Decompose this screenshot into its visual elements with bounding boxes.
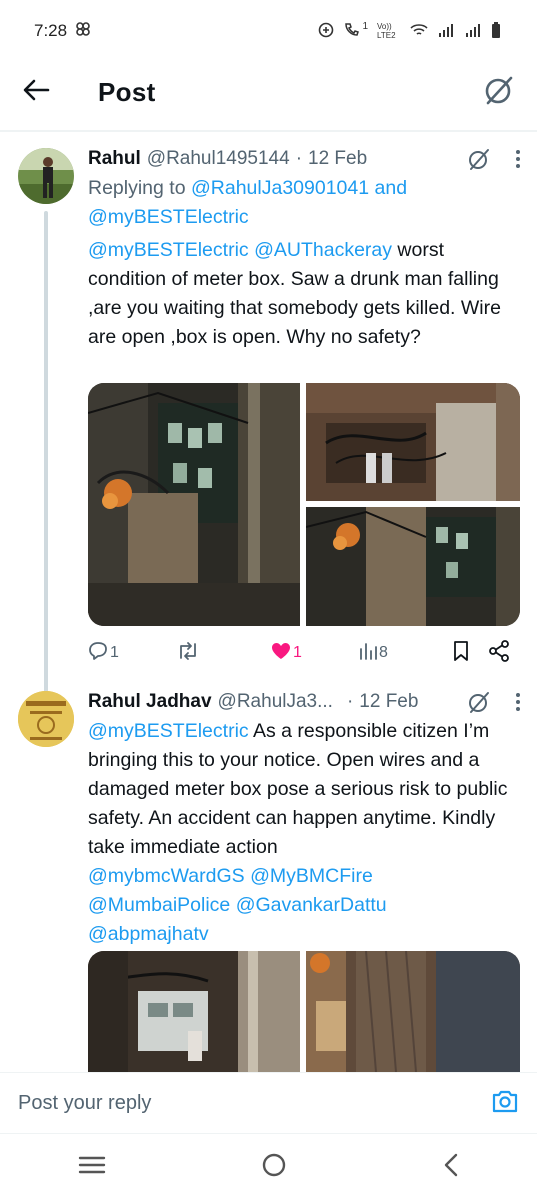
camera-icon[interactable] xyxy=(491,1089,519,1118)
separator: · xyxy=(295,148,303,169)
recent-apps-icon[interactable] xyxy=(78,1155,106,1180)
photo-2[interactable] xyxy=(306,383,520,501)
repost-button[interactable] xyxy=(176,641,202,666)
grok-icon[interactable] xyxy=(483,74,515,111)
mention-link[interactable]: @mybmcWardGS xyxy=(88,865,245,887)
header-divider xyxy=(0,130,537,132)
tweet-text: @myBESTElectric As a responsible citizen… xyxy=(88,717,521,949)
reply-button[interactable]: 1 xyxy=(88,641,119,666)
author-handle[interactable]: @Rahul1495144 xyxy=(147,148,290,170)
avatar[interactable] xyxy=(18,691,74,747)
author-name[interactable]: Rahul Jadhav xyxy=(88,691,212,713)
call-icon xyxy=(343,22,361,41)
repost-icon xyxy=(176,641,200,666)
author-handle[interactable]: @RahulJa3... xyxy=(218,691,333,713)
data-saver-icon xyxy=(318,22,334,41)
back-icon[interactable] xyxy=(442,1153,460,1182)
media-grid xyxy=(88,383,520,626)
avatar[interactable] xyxy=(18,148,74,204)
wifi-icon xyxy=(410,23,428,40)
bookmark-icon xyxy=(452,640,470,666)
like-button[interactable]: 1 xyxy=(271,642,302,665)
tweet-1[interactable]: Rahul @Rahul1495144 · 12 Feb Replying to… xyxy=(0,145,537,695)
photo-1[interactable] xyxy=(88,951,300,1072)
heart-filled-icon xyxy=(271,642,291,665)
reply-composer[interactable]: Post your reply xyxy=(0,1072,537,1134)
replying-user-link[interactable]: @RahulJa30901041 xyxy=(191,177,369,199)
tweet-header: Rahul @Rahul1495144 · 12 Feb xyxy=(88,145,521,173)
tweet-text: @myBESTElectric @AUThackeray worst condi… xyxy=(88,236,521,352)
reply-icon xyxy=(88,641,108,666)
grok-icon[interactable] xyxy=(467,690,491,719)
view-count: 8 xyxy=(379,644,388,661)
post-date[interactable]: 12 Feb xyxy=(308,148,367,170)
reply-count: 1 xyxy=(110,644,119,661)
like-count: 1 xyxy=(293,644,302,661)
reply-input-placeholder[interactable]: Post your reply xyxy=(18,1092,491,1115)
more-options-icon[interactable] xyxy=(515,149,521,174)
mention-link[interactable]: @MyBMCFire xyxy=(250,865,373,887)
share-icon xyxy=(488,639,510,667)
photo-2[interactable] xyxy=(306,951,520,1072)
mention-link[interactable]: @myBESTElectric xyxy=(88,239,249,261)
replying-to: Replying to @RahulJa30901041 and @myBEST… xyxy=(88,174,521,232)
system-nav-bar xyxy=(0,1134,537,1200)
replying-user-link[interactable]: @myBESTElectric xyxy=(88,206,249,228)
sim1-label: 1 xyxy=(362,20,368,32)
mention-link[interactable]: @GavankarDattu xyxy=(236,894,387,916)
page-title: Post xyxy=(98,76,156,107)
header: Post xyxy=(0,62,537,122)
network-label: Vo)) LTE2 xyxy=(377,22,396,40)
battery-icon xyxy=(491,21,501,41)
separator: · xyxy=(346,691,354,712)
mention-link[interactable]: @MumbaiPolice xyxy=(88,894,230,916)
more-options-icon[interactable] xyxy=(515,692,521,717)
pinwheel-icon xyxy=(75,21,91,42)
post-date[interactable]: 12 Feb xyxy=(359,691,418,713)
photo-1[interactable] xyxy=(88,383,300,626)
replying-and: and xyxy=(369,177,408,199)
grok-icon[interactable] xyxy=(467,147,491,176)
share-button[interactable] xyxy=(488,639,510,667)
status-time: 7:28 xyxy=(34,21,68,40)
author-name[interactable]: Rahul xyxy=(88,148,141,170)
action-bar: 1 1 8 xyxy=(88,639,520,667)
mention-link[interactable]: @abpmajhatv xyxy=(88,923,209,945)
mention-link[interactable]: @AUThackeray xyxy=(254,239,392,261)
media-grid xyxy=(88,951,520,1072)
views-chart-icon xyxy=(359,642,377,665)
signal2-icon xyxy=(464,23,482,40)
views-button[interactable]: 8 xyxy=(359,642,388,665)
bookmark-button[interactable] xyxy=(452,640,470,666)
tweet-2[interactable]: Rahul Jadhav @RahulJa3... · 12 Feb @myBE… xyxy=(0,688,537,1072)
home-icon[interactable] xyxy=(261,1152,287,1183)
back-arrow-icon[interactable] xyxy=(22,78,50,107)
replying-prefix: Replying to xyxy=(88,177,191,199)
mention-link[interactable]: @myBESTElectric xyxy=(88,720,249,742)
tweet-header: Rahul Jadhav @RahulJa3... · 12 Feb xyxy=(88,688,521,716)
thread-line xyxy=(44,211,48,695)
photo-3[interactable] xyxy=(305,507,520,626)
status-bar: 7:28 1 Vo)) LTE2 xyxy=(0,0,537,62)
signal1-icon xyxy=(437,23,455,40)
